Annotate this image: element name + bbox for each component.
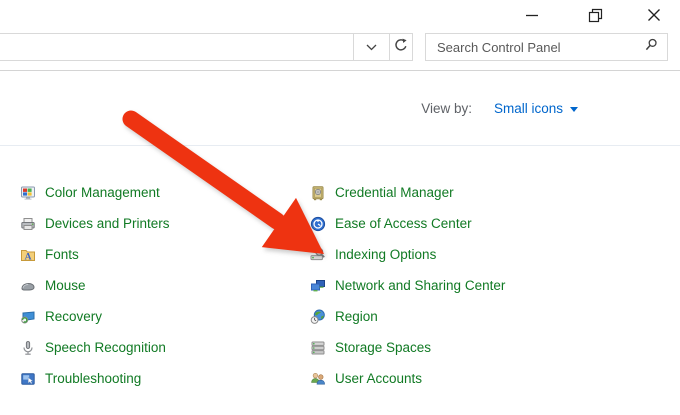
search-box[interactable]	[425, 33, 668, 61]
address-bar-text-area[interactable]	[0, 34, 353, 60]
item-user-accounts[interactable]: User Accounts	[310, 363, 505, 394]
region-icon	[310, 309, 326, 325]
search-icon	[645, 38, 658, 56]
item-region[interactable]: Region	[310, 301, 505, 332]
item-label: Credential Manager	[335, 185, 454, 200]
item-label: Troubleshooting	[45, 371, 141, 386]
refresh-icon	[394, 38, 408, 57]
address-bar[interactable]	[0, 33, 413, 61]
item-label: Mouse	[45, 278, 86, 293]
caret-down-icon	[570, 107, 578, 112]
fonts-icon: A	[20, 247, 36, 263]
item-fonts[interactable]: A Fonts	[20, 239, 170, 270]
item-label: Indexing Options	[335, 247, 436, 262]
minimize-button[interactable]	[509, 0, 555, 30]
search-button[interactable]	[635, 38, 667, 56]
item-label: User Accounts	[335, 371, 422, 386]
view-by-value: Small icons	[494, 101, 563, 116]
item-label: Storage Spaces	[335, 340, 431, 355]
view-by-label: View by:	[421, 101, 472, 116]
item-label: Color Management	[45, 185, 160, 200]
minimize-icon	[525, 8, 539, 22]
mouse-icon	[20, 278, 36, 294]
item-label: Fonts	[45, 247, 79, 262]
search-input[interactable]	[426, 40, 635, 55]
titlebar	[0, 0, 680, 30]
item-label: Devices and Printers	[45, 216, 170, 231]
storage-spaces-icon	[310, 340, 326, 356]
item-label: Recovery	[45, 309, 102, 324]
item-label: Network and Sharing Center	[335, 278, 505, 293]
chevron-down-icon	[366, 38, 377, 56]
color-management-icon	[20, 185, 36, 201]
item-indexing-options[interactable]: Indexing Options	[310, 239, 505, 270]
user-accounts-icon	[310, 371, 326, 387]
network-sharing-icon	[310, 278, 326, 294]
ease-of-access-icon	[310, 216, 326, 232]
troubleshooting-icon	[20, 371, 36, 387]
item-troubleshooting[interactable]: Troubleshooting	[20, 363, 170, 394]
toolbar-divider	[0, 70, 680, 71]
restore-icon	[588, 8, 603, 23]
item-label: Region	[335, 309, 378, 324]
item-mouse[interactable]: Mouse	[20, 270, 170, 301]
restore-button[interactable]	[572, 0, 618, 30]
item-speech-recognition[interactable]: Speech Recognition	[20, 332, 170, 363]
refresh-button[interactable]	[389, 34, 412, 60]
item-devices-and-printers[interactable]: Devices and Printers	[20, 208, 170, 239]
items-column-right: Credential Manager Ease of Access Center	[310, 177, 505, 394]
item-ease-of-access[interactable]: Ease of Access Center	[310, 208, 505, 239]
recovery-icon	[20, 309, 36, 325]
view-by-dropdown[interactable]: Small icons	[494, 101, 578, 116]
item-storage-spaces[interactable]: Storage Spaces	[310, 332, 505, 363]
devices-and-printers-icon	[20, 216, 36, 232]
content-divider	[0, 145, 680, 146]
item-network-sharing-center[interactable]: Network and Sharing Center	[310, 270, 505, 301]
credential-manager-icon	[310, 185, 326, 201]
item-recovery[interactable]: Recovery	[20, 301, 170, 332]
close-icon	[647, 8, 661, 22]
indexing-options-icon	[310, 247, 326, 263]
svg-text:A: A	[25, 252, 32, 262]
item-label: Ease of Access Center	[335, 216, 472, 231]
item-color-management[interactable]: Color Management	[20, 177, 170, 208]
view-by-control: View by: Small icons	[421, 101, 578, 116]
speech-recognition-icon	[20, 340, 36, 356]
item-credential-manager[interactable]: Credential Manager	[310, 177, 505, 208]
item-label: Speech Recognition	[45, 340, 166, 355]
close-button[interactable]	[629, 0, 679, 30]
items-column-left: Color Management Devices and Printers A	[20, 177, 170, 394]
address-dropdown-button[interactable]	[353, 34, 389, 60]
control-panel-window: View by: Small icons Color Management	[0, 0, 680, 415]
